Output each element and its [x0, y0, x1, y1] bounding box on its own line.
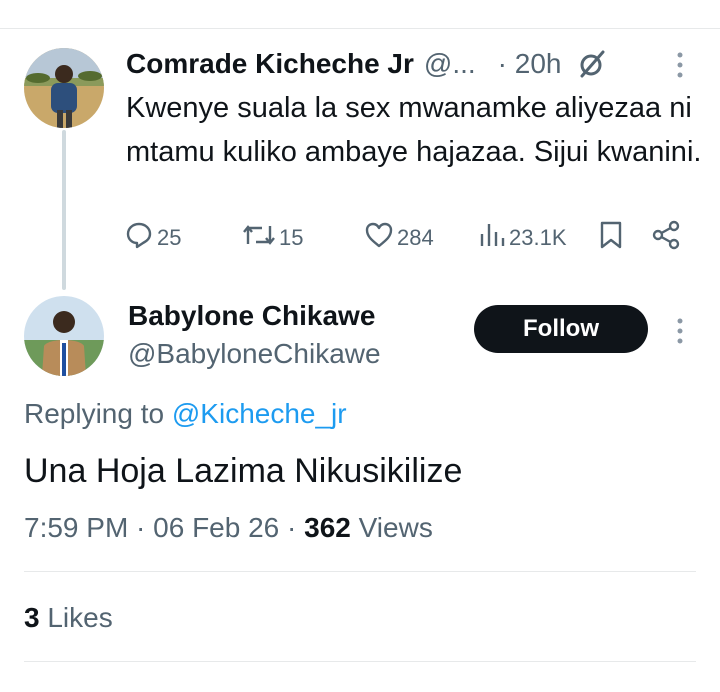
bookmark-icon[interactable]: [597, 220, 628, 250]
likes-count: 3: [24, 602, 40, 633]
reply-icon: [124, 220, 157, 256]
tweet-text: Kwenye suala la sex mwanamke aliyezaa ni…: [126, 92, 702, 168]
views-button[interactable]: 23.1K: [478, 220, 567, 256]
mention-link[interactable]: @Kicheche_jr: [172, 398, 347, 429]
retweet-count: 15: [279, 225, 304, 250]
views-count: 23.1K: [509, 225, 567, 250]
like-button[interactable]: 284: [364, 220, 434, 256]
views-count: 362: [304, 512, 351, 543]
tweet-meta: 7:59 PM · 06 Feb 26 · 362 Views: [24, 512, 433, 544]
reply-button[interactable]: 25: [124, 220, 181, 256]
replying-prefix: Replying to: [24, 398, 165, 429]
author-name[interactable]: Babylone Chikawe: [128, 300, 375, 332]
views-icon: [478, 220, 509, 256]
divider: [24, 571, 696, 572]
likes-label: Likes: [47, 602, 113, 633]
likes-summary[interactable]: 3 Likes: [24, 602, 113, 634]
like-icon: [364, 220, 397, 256]
top-divider: [0, 28, 720, 29]
like-count: 284: [397, 225, 434, 250]
more-icon[interactable]: [668, 50, 692, 85]
author-handle[interactable]: @...: [424, 48, 476, 80]
tweet-time[interactable]: · 20h: [498, 48, 562, 80]
replying-to: Replying to @Kicheche_jr: [24, 398, 347, 430]
reply-count: 25: [157, 225, 182, 250]
avatar[interactable]: [24, 48, 104, 128]
divider: [24, 661, 696, 662]
thread-connector-line: [62, 130, 66, 290]
grok-icon[interactable]: [577, 49, 607, 79]
share-icon[interactable]: [651, 220, 684, 250]
retweet-icon: [242, 220, 279, 256]
follow-button[interactable]: Follow: [474, 305, 648, 353]
author-name[interactable]: Comrade Kicheche Jr: [126, 48, 414, 80]
more-icon[interactable]: [668, 316, 692, 351]
tweet-text: Una Hoja Lazima Nikusikilize: [24, 452, 463, 490]
retweet-button[interactable]: 15: [242, 220, 303, 256]
avatar[interactable]: [24, 296, 104, 376]
tweet1-header: Comrade Kicheche Jr @... · 20h: [126, 44, 706, 84]
tweet-actions: 25 15 284 23.1K: [124, 220, 690, 256]
views-label: Views: [358, 512, 433, 543]
author-handle[interactable]: @BabyloneChikawe: [128, 338, 381, 370]
timestamp[interactable]: 7:59 PM · 06 Feb 26 ·: [24, 512, 296, 543]
